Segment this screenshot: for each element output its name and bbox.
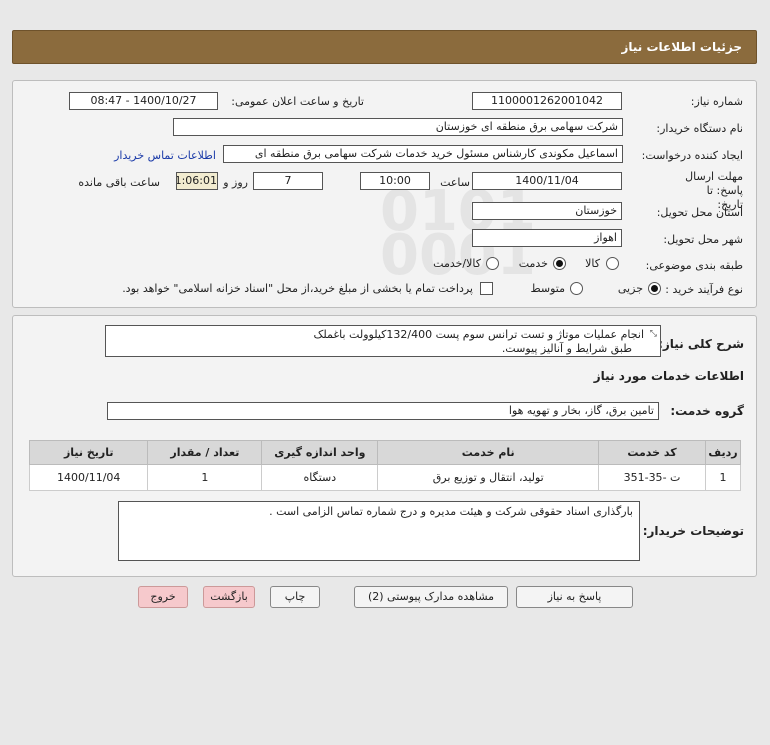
process-option-minor: جزیی <box>617 282 643 295</box>
summary-line-1: انجام عملیات موتاژ و تست ترانس سوم پست 1… <box>313 328 644 341</box>
reply-button[interactable]: پاسخ به نیاز <box>516 586 633 608</box>
buyer-notes-text: بارگذاری اسناد حقوقی شرکت و هیئت مدیره و… <box>269 505 633 518</box>
service-group-label: گروه خدمت: <box>670 404 744 418</box>
summary-box: انجام عملیات موتاژ و تست ترانس سوم پست 1… <box>105 325 661 357</box>
cell-need-date: 1400/11/04 <box>28 464 149 491</box>
page-header: جزئیات اطلاعات نیاز <box>12 30 757 64</box>
services-section-title: اطلاعات خدمات مورد نیاز <box>593 369 744 383</box>
process-label: نوع فرآیند خرید : <box>665 283 743 296</box>
process-option-medium: متوسط <box>530 282 565 295</box>
col-unit: واحد اندازه گیری <box>261 440 379 465</box>
remaining-label: ساعت باقی مانده <box>78 176 160 189</box>
cell-unit: دستگاه <box>261 464 379 491</box>
category-radio-goods[interactable] <box>606 257 619 270</box>
buyer-notes-label: توضیحات خریدار: <box>642 524 744 538</box>
col-service-code: کد خدمت <box>598 440 706 465</box>
city-label: شهر محل تحویل: <box>663 233 743 246</box>
cell-quantity: 1 <box>147 464 263 491</box>
announce-label: تاریخ و ساعت اعلان عمومی: <box>231 95 364 108</box>
announce-field: 1400/10/27 - 08:47 <box>69 92 218 110</box>
exit-button[interactable]: خروج <box>138 586 188 608</box>
category-radio-service[interactable] <box>553 257 566 270</box>
category-option-service: خدمت <box>518 257 548 270</box>
deadline-time-field: 10:00 <box>360 172 430 190</box>
resize-handle-icon[interactable]: ⤡ <box>650 329 657 339</box>
province-label: استان محل تحویل: <box>656 206 743 219</box>
col-row: ردیف <box>704 440 742 465</box>
page-title: جزئیات اطلاعات نیاز <box>621 40 742 54</box>
services-table-header: ردیف کد خدمت نام خدمت واحد اندازه گیری ت… <box>28 440 742 465</box>
cell-service-name: تولید، انتقال و توزیع برق <box>377 464 600 491</box>
buyer-notes-box: بارگذاری اسناد حقوقی شرکت و هیئت مدیره و… <box>118 501 640 561</box>
services-table: ردیف کد خدمت نام خدمت واحد اندازه گیری ت… <box>28 440 742 491</box>
province-field: خوزستان <box>472 202 622 220</box>
payment-note: پرداخت تمام یا بخشی از مبلغ خرید،از محل … <box>122 282 473 295</box>
requester-field: اسماعیل مکوندی کارشناس مسئول خرید خدمات … <box>223 145 623 163</box>
city-field: اهواز <box>472 229 622 247</box>
category-radio-both[interactable] <box>486 257 499 270</box>
buyer-org-field: شرکت سهامی برق منطقه ای خوزستان <box>173 118 623 136</box>
info-panel <box>12 80 757 308</box>
summary-label: شرح کلی نیاز: <box>658 337 744 351</box>
service-group-field: تامین برق، گاز، بخار و تهویه هوا <box>107 402 659 420</box>
col-need-date: تاریخ نیاز <box>28 440 149 465</box>
category-option-goods: کالا <box>585 257 600 270</box>
remaining-time-field: 01:06:01 <box>176 172 218 190</box>
back-button[interactable]: بازگشت <box>203 586 255 608</box>
category-option-both: کالا/خدمت <box>433 257 481 270</box>
time-label: ساعت <box>440 176 470 189</box>
need-number-label: شماره نیاز: <box>690 95 743 108</box>
col-service-name: نام خدمت <box>377 440 600 465</box>
requester-label: ایجاد کننده درخواست: <box>641 149 743 162</box>
contact-link[interactable]: اطلاعات تماس خریدار <box>114 149 216 162</box>
process-radio-minor[interactable] <box>648 282 661 295</box>
cell-row: 1 <box>704 464 742 491</box>
need-number-field: 1100001262001042 <box>472 92 622 110</box>
cell-service-code: ت -35-351 <box>598 464 706 491</box>
treasury-payment-checkbox[interactable] <box>480 282 493 295</box>
table-row: 1 ت -35-351 تولید، انتقال و توزیع برق دس… <box>28 464 742 491</box>
days-field: 7 <box>253 172 323 190</box>
col-quantity: تعداد / مقدار <box>147 440 263 465</box>
summary-line-2: طبق شرایط و آنالیز پیوست. <box>501 342 632 355</box>
days-label: روز و <box>223 176 248 189</box>
process-radio-medium[interactable] <box>570 282 583 295</box>
category-label: طبقه بندی موضوعی: <box>645 259 743 272</box>
view-documents-button[interactable]: مشاهده مدارک پیوستی (2) <box>354 586 508 608</box>
deadline-date-field: 1400/11/04 <box>472 172 622 190</box>
buyer-org-label: نام دستگاه خریدار: <box>656 122 743 135</box>
print-button[interactable]: چاپ <box>270 586 320 608</box>
